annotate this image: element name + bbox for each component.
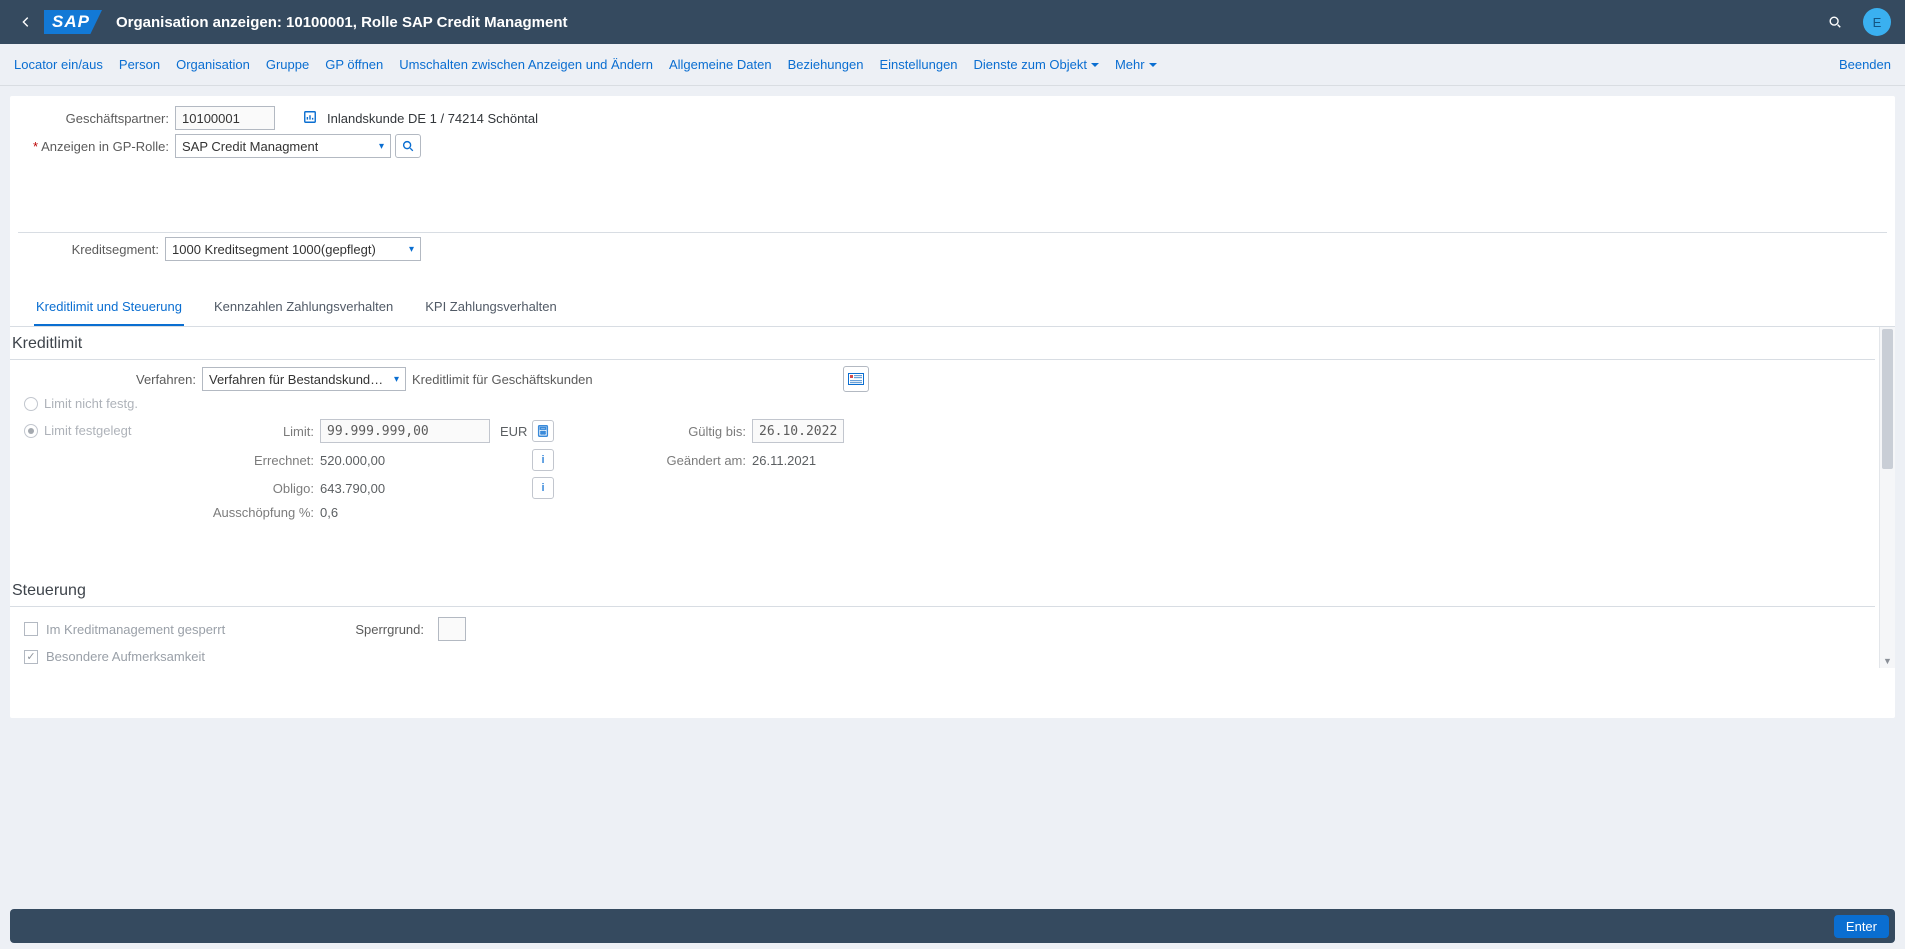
bp-description: Inlandskunde DE 1 / 74214 Schöntal <box>327 111 538 126</box>
info-icon-button[interactable]: i <box>532 477 554 499</box>
footer-bar: Enter <box>10 909 1895 943</box>
role-label: Anzeigen in GP-Rolle: <box>10 139 175 154</box>
ausschoepfung-value: 0,6 <box>320 505 500 520</box>
chevron-down-icon: ▾ <box>409 244 414 255</box>
obligo-label: Obligo: <box>146 481 320 496</box>
steuerung-section-title: Steuerung <box>10 574 1895 604</box>
bp-input[interactable] <box>175 106 275 130</box>
limit-label: Limit: <box>146 424 320 439</box>
sap-logo: SAP <box>44 10 102 34</box>
obligo-value: 643.790,00 <box>320 481 500 496</box>
calculator-icon-button[interactable] <box>532 420 554 442</box>
geaendert-am-label: Geändert am: <box>642 453 752 468</box>
toolbar-person[interactable]: Person <box>119 57 160 72</box>
radio-limit-festgelegt: Limit festgelegt Limit: EUR Gültig bis: … <box>10 415 1895 524</box>
toolbar-beziehungen[interactable]: Beziehungen <box>788 57 864 72</box>
scroll-thumb[interactable] <box>1882 329 1893 469</box>
chevron-down-icon: ▾ <box>394 374 399 385</box>
sperrgrund-input[interactable] <box>438 617 466 641</box>
errechnet-label: Errechnet: <box>146 453 320 468</box>
limit-input[interactable] <box>320 419 490 443</box>
limit-currency: EUR <box>500 424 532 439</box>
verfahren-label: Verfahren: <box>16 372 202 387</box>
radio-label: Limit festgelegt <box>44 419 140 438</box>
toolbar-einstellungen[interactable]: Einstellungen <box>879 57 957 72</box>
detail-icon-button[interactable] <box>843 366 869 392</box>
verfahren-description: Kreditlimit für Geschäftskunden <box>412 372 593 387</box>
main-panel: Geschäftspartner: Inlandskunde DE 1 / 74… <box>10 96 1895 718</box>
tab-kreditlimit[interactable]: Kreditlimit und Steuerung <box>34 289 184 326</box>
checkbox-gesperrt-row: Im Kreditmanagement gesperrt Sperrgrund: <box>10 613 1895 645</box>
sperrgrund-label: Sperrgrund: <box>354 622 430 637</box>
gesperrt-label: Im Kreditmanagement gesperrt <box>46 622 346 637</box>
segment-combobox[interactable]: 1000 Kreditsegment 1000(gepflegt) ▾ <box>165 237 421 261</box>
user-avatar[interactable]: E <box>1863 8 1891 36</box>
geaendert-am-value: 26.11.2021 <box>752 453 862 468</box>
checkbox-aufmerksamkeit-row: Besondere Aufmerksamkeit <box>10 645 1895 668</box>
role-combobox[interactable]: SAP Credit Managment ▾ <box>175 134 391 158</box>
enter-button[interactable]: Enter <box>1834 915 1889 938</box>
radio-label: Limit nicht festg. <box>44 396 138 411</box>
aufmerksamkeit-label: Besondere Aufmerksamkeit <box>46 649 205 664</box>
toolbar-toggle-display-change[interactable]: Umschalten zwischen Anzeigen und Ändern <box>399 57 653 72</box>
shell-header: SAP Organisation anzeigen: 10100001, Rol… <box>0 0 1905 44</box>
gueltig-bis-input[interactable] <box>752 419 844 443</box>
kreditlimit-section-title: Kreditlimit <box>10 327 1895 357</box>
toolbar: Locator ein/aus Person Organisation Grup… <box>0 44 1905 86</box>
info-icon-button[interactable]: i <box>532 449 554 471</box>
back-button[interactable] <box>8 4 44 40</box>
toolbar-gruppe[interactable]: Gruppe <box>266 57 309 72</box>
toolbar-allgemeine-daten[interactable]: Allgemeine Daten <box>669 57 772 72</box>
role-search-button[interactable] <box>395 134 421 158</box>
errechnet-value: 520.000,00 <box>320 453 500 468</box>
ausschoepfung-label: Ausschöpfung %: <box>146 505 320 520</box>
radio-limit-nicht-festgelegt: Limit nicht festg. <box>10 392 1895 415</box>
checkbox-aufmerksamkeit <box>24 650 38 664</box>
chevron-down-icon: ▾ <box>379 141 384 152</box>
scroll-down-icon[interactable]: ▼ <box>1880 656 1895 666</box>
toolbar-beenden[interactable]: Beenden <box>1839 57 1891 72</box>
tab-content: Kreditlimit Verfahren: Verfahren für Bes… <box>10 327 1895 668</box>
bp-label: Geschäftspartner: <box>10 111 175 126</box>
verfahren-combobox[interactable]: Verfahren für Bestandskunden - ... ▾ <box>202 367 406 391</box>
toolbar-organisation[interactable]: Organisation <box>176 57 250 72</box>
gueltig-bis-label: Gültig bis: <box>642 424 752 439</box>
toolbar-locator[interactable]: Locator ein/aus <box>14 57 103 72</box>
global-search-button[interactable] <box>1817 4 1853 40</box>
tab-kennzahlen[interactable]: Kennzahlen Zahlungsverhalten <box>212 289 395 326</box>
toolbar-dienste-zum-objekt[interactable]: Dienste zum Objekt <box>974 57 1099 72</box>
org-chart-icon[interactable] <box>303 110 317 127</box>
segment-label: Kreditsegment: <box>10 242 165 257</box>
tabbar: Kreditlimit und Steuerung Kennzahlen Zah… <box>10 289 1895 327</box>
toolbar-gp-oeffnen[interactable]: GP öffnen <box>325 57 383 72</box>
tab-kpi[interactable]: KPI Zahlungsverhalten <box>423 289 559 326</box>
page-title: Organisation anzeigen: 10100001, Rolle S… <box>116 14 568 31</box>
scrollbar[interactable]: ▲ ▼ <box>1879 327 1895 668</box>
checkbox-gesperrt <box>24 622 38 636</box>
toolbar-mehr[interactable]: Mehr <box>1115 57 1157 72</box>
